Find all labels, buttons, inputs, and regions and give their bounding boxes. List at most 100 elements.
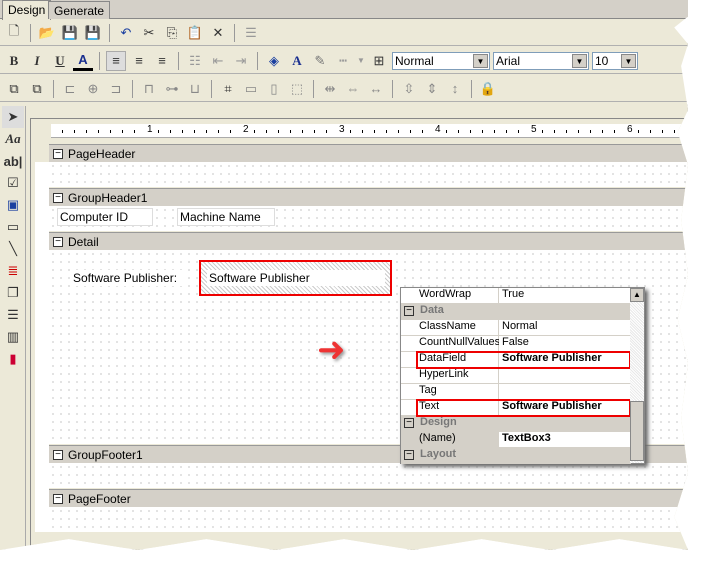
align-center-icon[interactable]: ≡ [129, 51, 149, 71]
property-value[interactable] [499, 384, 631, 400]
font-color-icon[interactable]: A [73, 51, 93, 71]
collapse-icon[interactable]: − [53, 449, 63, 460]
tab-generate[interactable]: Generate [48, 1, 111, 19]
align-left-icon[interactable]: ≡ [106, 50, 126, 71]
underline-icon[interactable]: U [50, 51, 70, 71]
paste-icon[interactable]: 📋 [185, 23, 205, 43]
scrollbar-thumb[interactable] [630, 401, 644, 461]
category-design[interactable]: − Design [401, 416, 631, 432]
font-select[interactable]: Arial ▼ [493, 51, 589, 70]
align-rights-icon[interactable]: ⊐ [106, 79, 126, 99]
equal-v-spacing-icon[interactable]: ⇕ [422, 79, 442, 99]
collapse-icon[interactable]: − [53, 493, 63, 504]
increase-v-spacing-icon[interactable]: ↕ [445, 79, 465, 99]
bold-icon[interactable]: B [4, 51, 24, 71]
category-data[interactable]: − Data [401, 304, 631, 320]
section-detail[interactable]: − Detail [49, 232, 688, 250]
subreport-tool-icon[interactable]: ❐ [2, 282, 24, 304]
property-value[interactable]: True [499, 288, 631, 304]
line-style-icon[interactable]: ┅ [333, 51, 353, 71]
property-row[interactable]: CountNullValues False [401, 336, 631, 352]
property-row[interactable]: WordWrap True [401, 288, 631, 304]
copy-icon[interactable]: ⎘ [162, 23, 182, 43]
align-right-icon[interactable]: ≡ [152, 51, 172, 71]
checkbox-tool-icon[interactable]: ☑ [2, 172, 24, 194]
machine-name-label[interactable]: Machine Name [177, 208, 275, 226]
properties-grid[interactable]: WordWrap True − Data ClassName Normal Count… [400, 287, 645, 464]
collapse-icon[interactable]: − [53, 236, 63, 247]
tab-order-icon[interactable]: ☰ [241, 23, 261, 43]
same-size-icon[interactable]: ⬚ [287, 79, 307, 99]
bring-to-front-icon[interactable]: ⧉ [4, 79, 24, 99]
property-value[interactable]: False [499, 336, 631, 352]
chevron-down-icon[interactable]: ▼ [473, 53, 488, 68]
picture-tool-icon[interactable]: ▣ [2, 194, 24, 216]
collapse-icon[interactable]: − [404, 306, 414, 316]
category-layout[interactable]: − Layout [401, 448, 631, 464]
label-tool-icon[interactable]: Aa [2, 128, 24, 150]
property-row[interactable]: HyperLink [401, 368, 631, 384]
size-to-grid-icon[interactable]: ⌗ [218, 79, 238, 99]
open-icon[interactable]: 📂 [37, 23, 57, 43]
chart-tool-icon[interactable]: ▮ [2, 348, 24, 370]
tab-design[interactable]: Design [2, 0, 52, 20]
font-size-select[interactable]: 10 ▼ [592, 51, 638, 70]
collapse-icon[interactable]: − [53, 192, 63, 203]
textbox-tool-icon[interactable]: ab| [2, 150, 24, 172]
lock-icon[interactable]: 🔒 [478, 79, 498, 99]
chevron-down-icon[interactable]: ▼ [572, 53, 587, 68]
pageheader-body[interactable] [49, 162, 688, 187]
bullets-icon[interactable]: ☷ [185, 51, 205, 71]
send-to-back-icon[interactable]: ⧉ [27, 79, 47, 99]
chevron-down-icon[interactable]: ▼ [356, 51, 366, 71]
style-select[interactable]: Normal ▼ [392, 51, 490, 70]
collapse-icon[interactable]: − [404, 418, 414, 428]
section-groupheader1[interactable]: − GroupHeader1 [49, 188, 688, 206]
align-lefts-icon[interactable]: ⊏ [60, 79, 80, 99]
section-pageheader[interactable]: − PageHeader [49, 144, 688, 162]
outdent-icon[interactable]: ⇤ [208, 51, 228, 71]
align-bottoms-icon[interactable]: ⊔ [185, 79, 205, 99]
same-height-icon[interactable]: ▯ [264, 79, 284, 99]
property-row[interactable]: ClassName Normal [401, 320, 631, 336]
align-middles-icon[interactable]: ⊶ [162, 79, 182, 99]
barcode-tool-icon[interactable]: ▥ [2, 326, 24, 348]
vertical-spacing-icon[interactable]: ⇳ [399, 79, 419, 99]
font-icon[interactable]: A [287, 51, 307, 71]
collapse-icon[interactable]: − [404, 450, 414, 460]
undo-icon[interactable]: ↶ [116, 23, 136, 43]
equal-h-spacing-icon[interactable]: ⇔ [343, 79, 363, 99]
new-report-icon[interactable]: 🗋 [4, 23, 24, 43]
scroll-up-icon[interactable]: ▲ [630, 288, 644, 302]
italic-icon[interactable]: I [27, 51, 47, 71]
groupheader1-body[interactable]: Computer ID Machine Name [49, 206, 688, 231]
chevron-down-icon[interactable]: ▼ [621, 53, 636, 68]
computer-id-label[interactable]: Computer ID [57, 208, 153, 226]
border-icon[interactable]: ⊞ [369, 51, 389, 71]
line-color-icon[interactable]: ✎ [310, 51, 330, 71]
property-row[interactable]: Tag [401, 384, 631, 400]
save-icon[interactable]: 💾 [60, 23, 80, 43]
software-publisher-label[interactable]: Software Publisher: [71, 270, 185, 286]
align-centers-icon[interactable]: ⊕ [83, 79, 103, 99]
delete-icon[interactable]: ✕ [208, 23, 228, 43]
groupfooter1-body[interactable] [49, 463, 688, 488]
cut-icon[interactable]: ✂ [139, 23, 159, 43]
horizontal-spacing-icon[interactable]: ⇹ [320, 79, 340, 99]
indent-icon[interactable]: ⇥ [231, 51, 251, 71]
save-as-icon[interactable]: 💾 [83, 23, 103, 43]
property-row[interactable]: (Name) TextBox3 [401, 432, 631, 448]
line-tool-icon[interactable]: ╲ [2, 238, 24, 260]
fill-color-icon[interactable]: ◈ [264, 51, 284, 71]
same-width-icon[interactable]: ▭ [241, 79, 261, 99]
property-value[interactable]: Normal [499, 320, 631, 336]
property-value[interactable] [499, 368, 631, 384]
collapse-icon[interactable]: − [53, 148, 63, 159]
align-tops-icon[interactable]: ⊓ [139, 79, 159, 99]
section-pagefooter[interactable]: − PageFooter [49, 489, 688, 507]
shape-tool-icon[interactable]: ▭ [2, 216, 24, 238]
scrollbar[interactable]: ▲ [630, 288, 644, 463]
pointer-icon[interactable]: ➤ [2, 106, 24, 128]
richtext-tool-icon[interactable]: ≣ [2, 260, 24, 282]
software-publisher-textbox[interactable]: Software Publisher [207, 270, 385, 286]
